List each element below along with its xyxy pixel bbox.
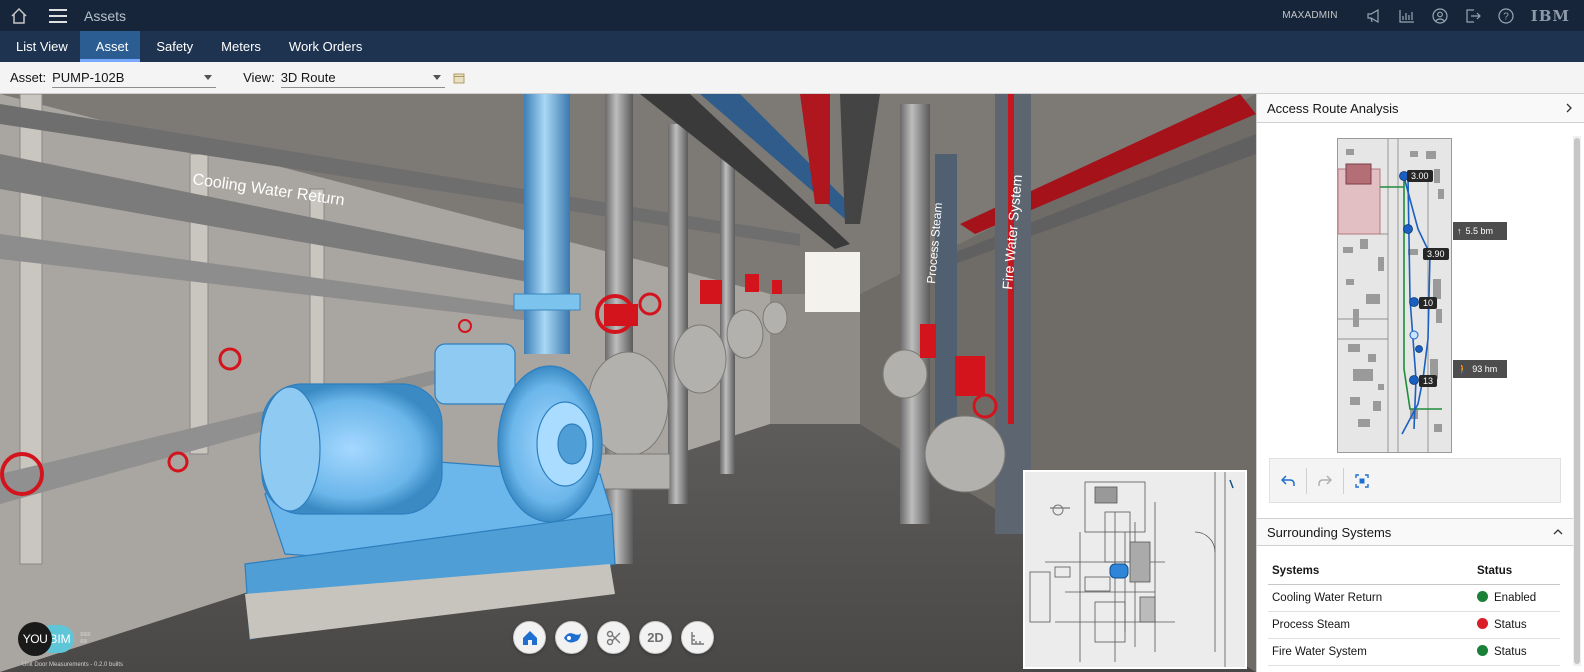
3d-viewport[interactable]: Cooling Water Return Process Steam Fire … xyxy=(0,94,1256,672)
logo-you: YOU xyxy=(18,622,52,656)
megaphone-icon[interactable] xyxy=(1358,0,1391,31)
asset-select[interactable]: PUMP-102B xyxy=(52,68,217,88)
route-toolbar xyxy=(1269,458,1561,503)
system-name: Cooling Water Return xyxy=(1268,584,1473,612)
status-text: Enabled xyxy=(1494,592,1537,604)
svg-text:?: ? xyxy=(1503,11,1509,22)
status-dot-icon xyxy=(1477,645,1488,656)
distance-2: 93 hm xyxy=(1472,364,1498,374)
app-header: Assets MAXADMIN ? IBM xyxy=(0,0,1584,31)
route-map xyxy=(1337,139,1451,452)
surrounding-header[interactable]: Surrounding Systems xyxy=(1257,518,1573,546)
route-tag: 3.00 xyxy=(1407,170,1433,182)
surrounding-systems-section: Surrounding Systems Systems Status Cooli… xyxy=(1257,518,1573,666)
system-name: Fire Water System xyxy=(1268,638,1473,666)
chevron-down-icon xyxy=(432,74,441,80)
side-panel: Access Route Analysis 3.00 3.90 10 13 ↑ … xyxy=(1256,94,1584,672)
tab-safety[interactable]: Safety xyxy=(140,31,205,62)
table-row[interactable]: Cooling Water Return Enabled xyxy=(1268,584,1560,612)
tab-bar: List View Asset Safety Meters Work Order… xyxy=(0,31,1584,62)
system-name: Process Steam xyxy=(1268,611,1473,639)
view-label: View: xyxy=(243,70,275,85)
home-icon[interactable] xyxy=(3,0,35,31)
minimap[interactable] xyxy=(1023,470,1247,669)
home-view-icon[interactable] xyxy=(513,621,546,654)
fit-view-icon[interactable] xyxy=(1344,463,1380,499)
tab-meters[interactable]: Meters xyxy=(205,31,273,62)
app-title: Assets xyxy=(84,7,127,24)
col-status: Status xyxy=(1473,558,1560,585)
table-header-row: Systems Status xyxy=(1268,558,1560,585)
asset-value: PUMP-102B xyxy=(52,69,125,85)
logo-mark-icon: ≡≡≡ ≡≡ xyxy=(80,632,91,645)
walk-distance-callout: 🚶 93 hm xyxy=(1453,360,1507,378)
route-floorplan[interactable] xyxy=(1337,138,1452,453)
help-icon[interactable]: ? xyxy=(1490,0,1523,31)
chevron-up-icon[interactable] xyxy=(1553,525,1563,540)
route-tag: 3.90 xyxy=(1423,248,1449,260)
tab-work-orders[interactable]: Work Orders xyxy=(273,31,374,62)
chart-icon[interactable] xyxy=(1391,0,1424,31)
ibm-logo: IBM xyxy=(1530,6,1570,25)
walk-icon: 🚶 xyxy=(1457,363,1469,374)
system-status: Status xyxy=(1473,638,1560,666)
systems-table: Systems Status Cooling Water Return Enab… xyxy=(1268,558,1560,666)
user-icon[interactable] xyxy=(1424,0,1457,31)
distance-1: 5.5 bm xyxy=(1465,226,1494,236)
status-text: Status xyxy=(1494,619,1527,631)
logout-icon[interactable] xyxy=(1457,0,1490,31)
status-dot-icon xyxy=(1477,618,1488,629)
table-row[interactable]: Process Steam Status xyxy=(1268,611,1560,639)
redo-icon[interactable] xyxy=(1307,463,1343,499)
view-value: 3D Route xyxy=(280,69,336,85)
route-tag: 10 xyxy=(1419,297,1438,309)
chevron-right-icon[interactable] xyxy=(1564,101,1574,116)
route-panel-header[interactable]: Access Route Analysis xyxy=(1257,94,1584,123)
system-status: Enabled xyxy=(1473,584,1560,612)
table-row[interactable]: Fire Water System Status xyxy=(1268,638,1560,666)
col-systems: Systems xyxy=(1268,558,1473,585)
2d-toggle-button[interactable]: 2D xyxy=(639,621,672,654)
view-select[interactable]: 3D Route xyxy=(280,68,445,88)
filter-bar: Asset: PUMP-102B View: 3D Route xyxy=(0,62,1584,94)
undo-icon[interactable] xyxy=(1270,463,1306,499)
user-name[interactable]: MAXADMIN xyxy=(1282,10,1338,21)
viewer-toolbar: 2D xyxy=(513,621,714,654)
route-panel-title: Access Route Analysis xyxy=(1267,100,1399,116)
calendar-icon[interactable] xyxy=(453,72,465,84)
2d-label: 2D xyxy=(647,630,664,645)
system-status: Status xyxy=(1473,611,1560,639)
status-text: Status xyxy=(1494,646,1527,658)
asset-label: Asset: xyxy=(10,70,47,85)
measure-icon[interactable] xyxy=(681,621,714,654)
fly-icon[interactable] xyxy=(555,621,588,654)
logo-caption: Unit Door Measurements - 0.2.0 builts xyxy=(22,662,124,668)
distance-callout: ↑ 5.5 bm xyxy=(1453,222,1507,240)
status-dot-icon xyxy=(1477,591,1488,602)
panel-scrollbar[interactable] xyxy=(1573,136,1581,666)
menu-icon[interactable] xyxy=(42,0,74,31)
chevron-down-icon xyxy=(204,74,213,80)
minimap-floorplan xyxy=(1025,472,1245,667)
route-tag: 13 xyxy=(1419,375,1438,387)
tab-list-view[interactable]: List View xyxy=(0,31,80,62)
section-icon[interactable] xyxy=(597,621,630,654)
surrounding-title: Surrounding Systems xyxy=(1267,524,1392,540)
youbim-logo: YOU BIM ≡≡≡ ≡≡ Unit Door Measurements - 0… xyxy=(18,622,123,668)
tab-asset[interactable]: Asset xyxy=(79,31,141,62)
arrow-up-icon: ↑ xyxy=(1457,226,1462,236)
